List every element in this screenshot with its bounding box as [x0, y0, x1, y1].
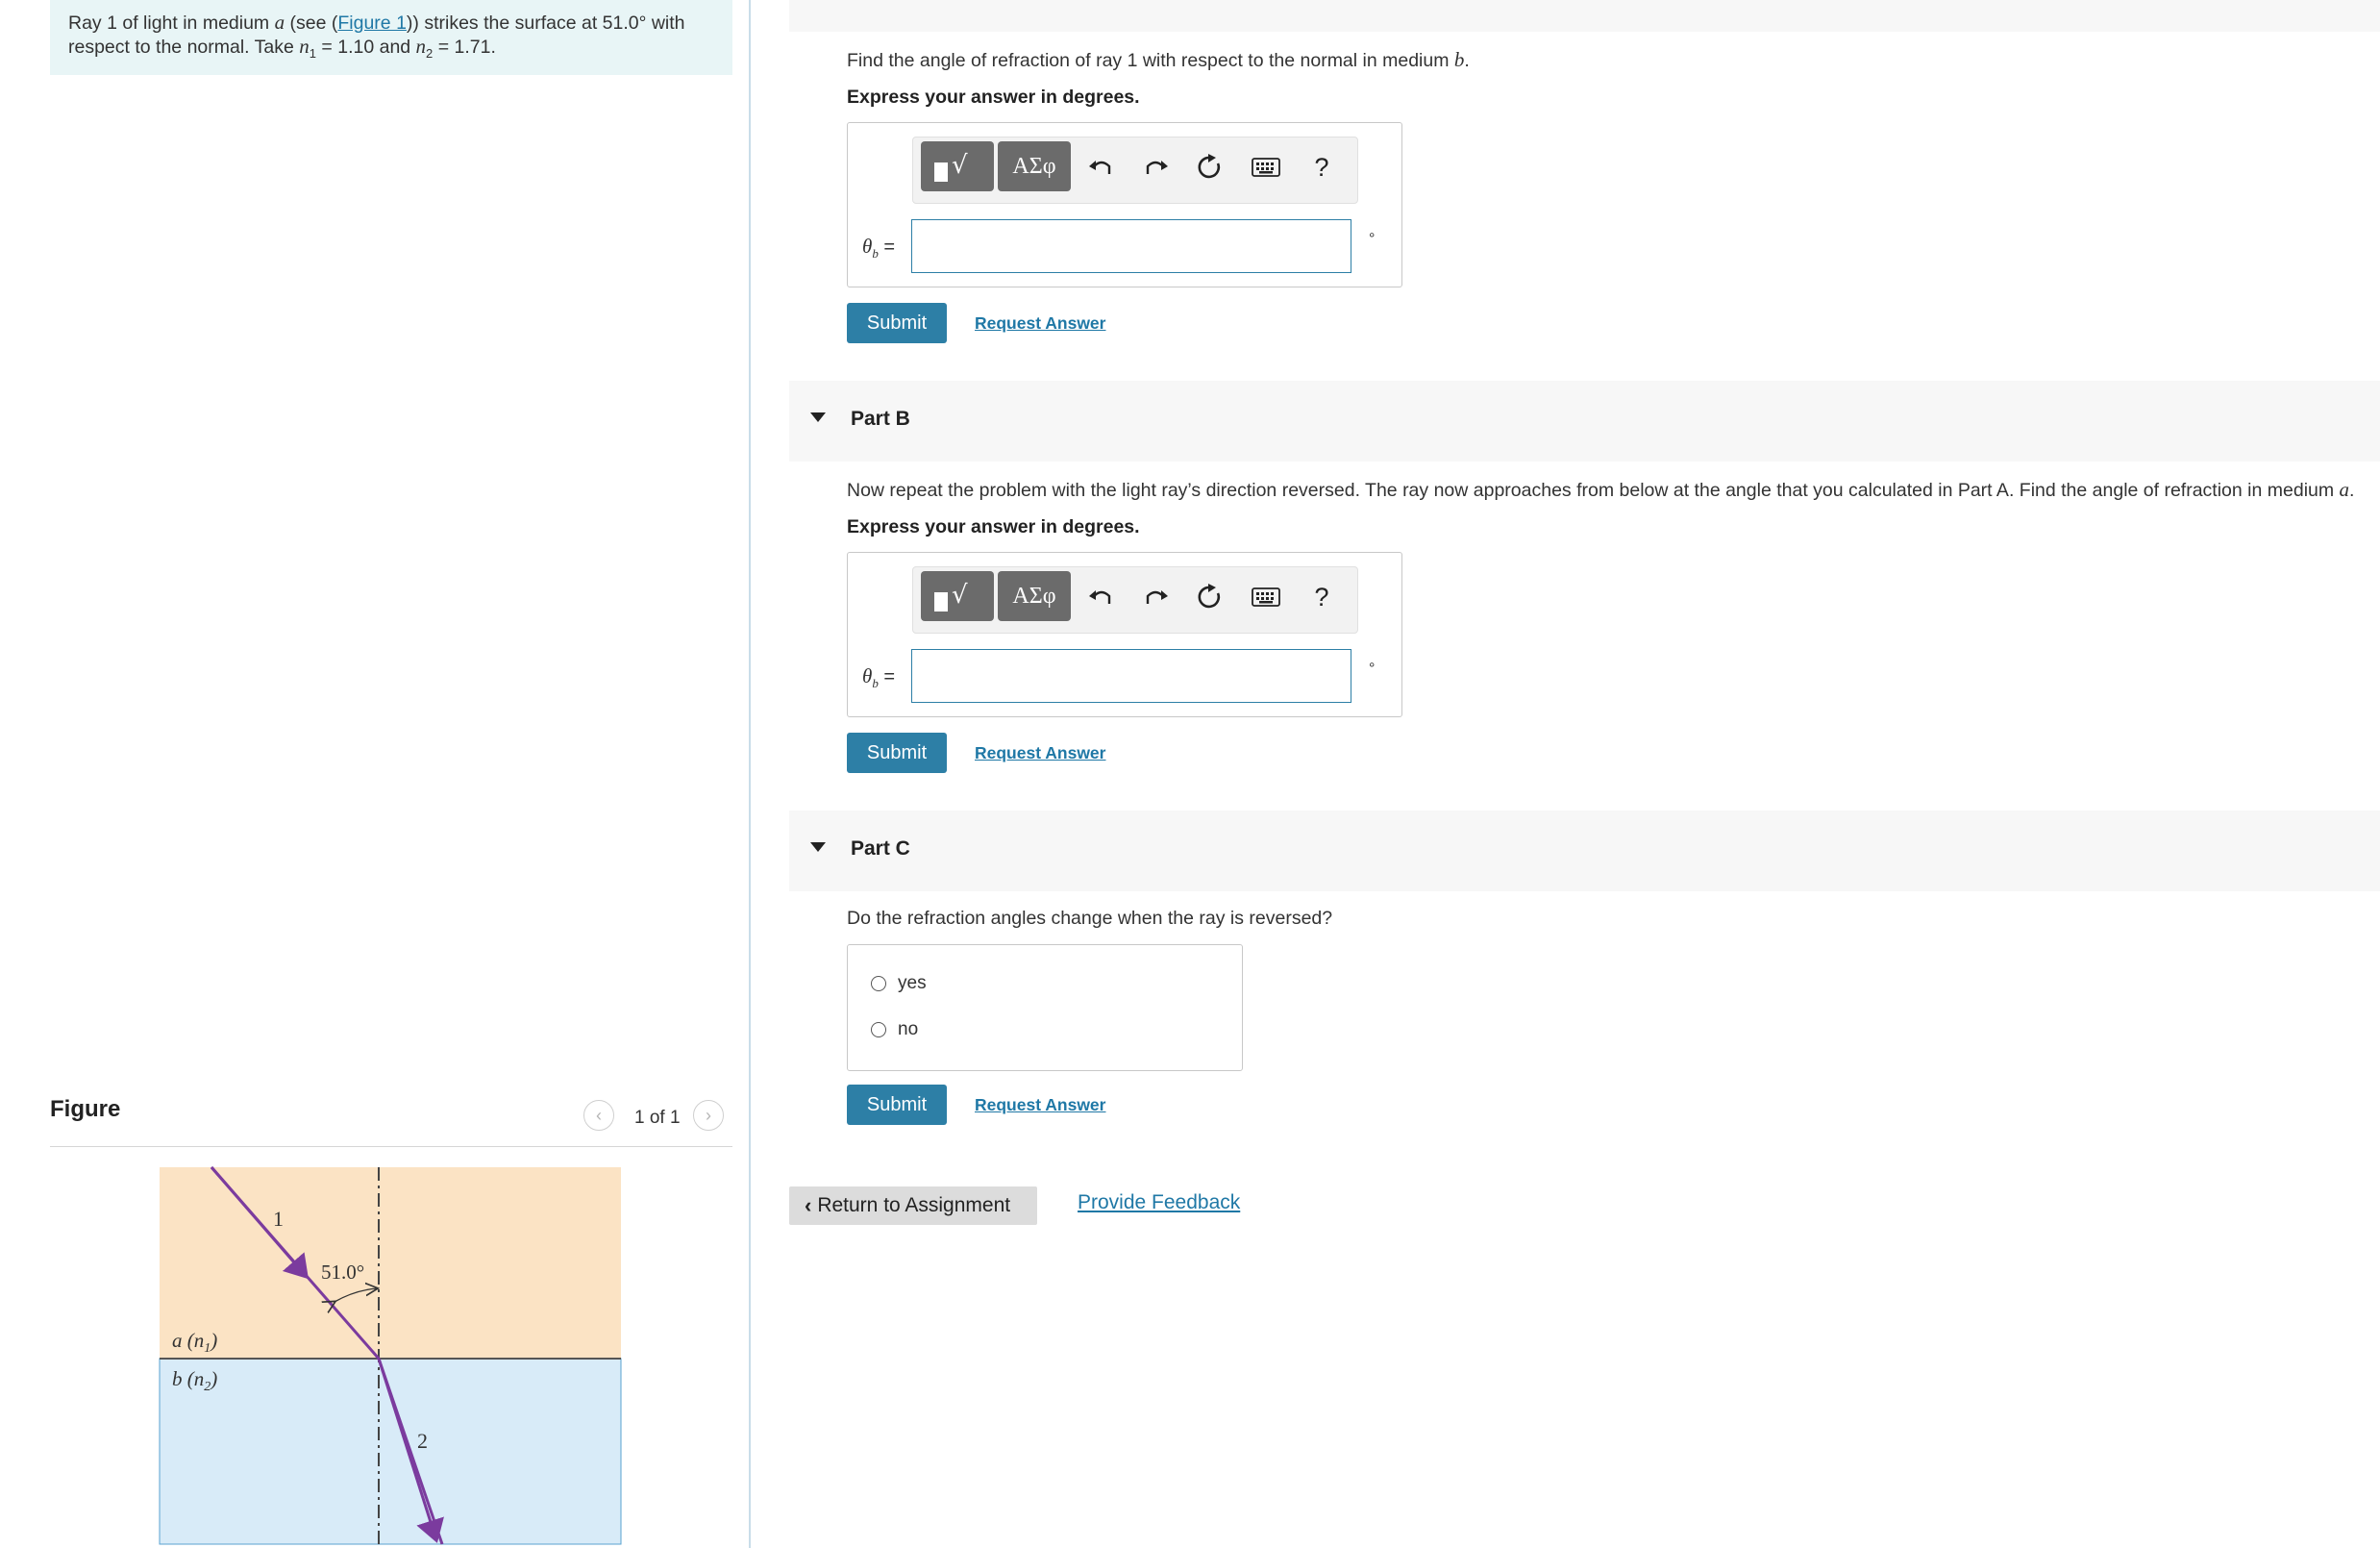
medium-b-region	[159, 1358, 622, 1545]
figure-header: Figure ‹ 1 of 1 ›	[50, 1090, 732, 1147]
chevron-left-icon: ‹	[596, 1105, 602, 1125]
part-a-header	[789, 0, 2380, 32]
part-a-question: Find the angle of refraction of ray 1 wi…	[847, 48, 1470, 71]
part-a-answer-input[interactable]	[911, 219, 1351, 273]
part-c-header[interactable]: Part C	[789, 811, 2380, 891]
templates-icon	[934, 162, 948, 182]
ray-1-label: 1	[273, 1207, 284, 1231]
medium-a-region	[160, 1167, 621, 1359]
undo-icon[interactable]	[1084, 151, 1117, 184]
math-toolbar: √ ΑΣφ ?	[912, 137, 1358, 204]
left-pane: Ray 1 of light in medium a (see (Figure …	[0, 0, 751, 1548]
radical-icon: √	[952, 151, 968, 180]
templates-button[interactable]: √	[921, 571, 994, 621]
part-b-header[interactable]: Part B	[789, 381, 2380, 462]
theta-b-label: θb =	[862, 235, 896, 261]
part-c-submit-button[interactable]: Submit	[847, 1085, 947, 1125]
part-b-submit-button[interactable]: Submit	[847, 733, 947, 773]
part-c-options: yes no	[847, 944, 1243, 1071]
problem-text: (see (	[285, 12, 338, 34]
keyboard-icon[interactable]	[1250, 151, 1282, 184]
angle-label: 51.0°	[321, 1261, 364, 1284]
radio-button[interactable]	[871, 1022, 886, 1037]
math-toolbar: √ ΑΣφ ?	[912, 566, 1358, 634]
figure-count: 1 of 1	[634, 1108, 681, 1128]
redo-icon[interactable]	[1140, 581, 1173, 613]
medium-a-label: a (n1)	[172, 1329, 217, 1356]
greek-symbols-button[interactable]: ΑΣφ	[998, 571, 1071, 621]
reset-icon[interactable]	[1194, 151, 1227, 184]
next-figure-button[interactable]: ›	[693, 1100, 724, 1131]
part-a-answer-box: √ ΑΣφ ? θb = °	[847, 122, 1402, 287]
part-b-request-answer-link[interactable]: Request Answer	[975, 743, 1105, 763]
part-b-answer-input[interactable]	[911, 649, 1351, 703]
n2-value: = 1.71.	[433, 37, 496, 58]
chevron-right-icon: ›	[706, 1105, 711, 1125]
problem-text: )) strikes the surface at 51.0° with	[406, 12, 685, 34]
reset-icon[interactable]	[1194, 581, 1227, 613]
templates-button[interactable]: √	[921, 141, 994, 191]
part-a-submit-button[interactable]: Submit	[847, 303, 947, 343]
figure-title: Figure	[50, 1096, 121, 1122]
part-a-request-answer-link[interactable]: Request Answer	[975, 313, 1105, 334]
part-c-title: Part C	[851, 837, 910, 860]
radical-icon: √	[952, 581, 968, 610]
problem-statement: Ray 1 of light in medium a (see (Figure …	[50, 0, 732, 75]
figure-1-link[interactable]: Figure 1	[337, 12, 407, 34]
part-c-question: Do the refraction angles change when the…	[847, 908, 1333, 929]
greek-symbols-button[interactable]: ΑΣφ	[998, 141, 1071, 191]
problem-text: respect to the normal. Take	[68, 37, 300, 58]
n1-symbol: n	[299, 35, 310, 58]
option-no[interactable]: no	[871, 1018, 918, 1041]
part-c-request-answer-link[interactable]: Request Answer	[975, 1095, 1105, 1115]
option-yes[interactable]: yes	[871, 972, 927, 995]
theta-b-label: θb =	[862, 664, 896, 690]
part-b-title: Part B	[851, 408, 910, 430]
n1-value: = 1.10 and	[316, 37, 416, 58]
templates-icon	[934, 592, 948, 612]
refraction-figure: 1 2 51.0° a (n1) b (n2)	[159, 1166, 622, 1545]
medium-b-label: b (n2)	[172, 1367, 217, 1394]
chevron-left-icon: ‹	[805, 1193, 812, 1217]
part-b-instruction: Express your answer in degrees.	[847, 516, 1140, 537]
part-b-question: Now repeat the problem with the light ra…	[847, 478, 2355, 501]
undo-icon[interactable]	[1084, 581, 1117, 613]
return-to-assignment-button[interactable]: ‹ Return to Assignment	[789, 1186, 1037, 1225]
ray-2-label: 2	[417, 1429, 428, 1453]
collapse-caret-icon[interactable]	[810, 412, 826, 422]
part-b-answer-box: √ ΑΣφ ? θb = °	[847, 552, 1402, 717]
n1-subscript: 1	[309, 45, 316, 61]
provide-feedback-link[interactable]: Provide Feedback	[1078, 1191, 1240, 1214]
n2-symbol: n	[415, 35, 427, 58]
return-label: Return to Assignment	[817, 1194, 1011, 1216]
collapse-caret-icon[interactable]	[810, 842, 826, 852]
part-a-instruction: Express your answer in degrees.	[847, 87, 1140, 108]
help-icon[interactable]: ?	[1305, 581, 1338, 613]
degree-unit: °	[1369, 231, 1376, 247]
problem-text: Ray 1 of light in medium	[68, 12, 275, 34]
option-label: yes	[898, 973, 927, 993]
degree-unit: °	[1369, 661, 1376, 677]
redo-icon[interactable]	[1140, 151, 1173, 184]
radio-button[interactable]	[871, 976, 886, 991]
keyboard-icon[interactable]	[1250, 581, 1282, 613]
medium-a-var: a	[274, 11, 285, 34]
option-label: no	[898, 1019, 919, 1039]
help-icon[interactable]: ?	[1305, 151, 1338, 184]
previous-figure-button[interactable]: ‹	[583, 1100, 614, 1131]
